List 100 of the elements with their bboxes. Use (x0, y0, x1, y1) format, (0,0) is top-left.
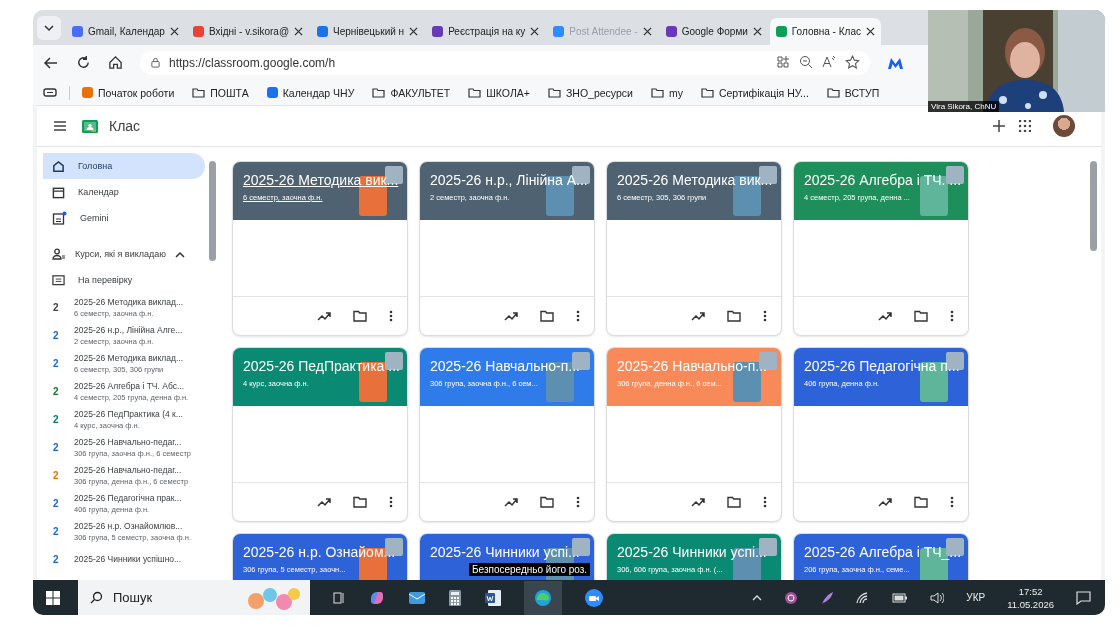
video-subtitle-overlay: Безпосередньо його роз. (469, 563, 591, 576)
more-icon[interactable] (763, 310, 767, 322)
reload-icon[interactable] (76, 55, 91, 70)
people-icon (52, 248, 66, 260)
tab-title: Реєстрація на ку (448, 26, 526, 37)
course-name[interactable]: 2025-26 Чинники успі... (430, 544, 584, 560)
folder-icon[interactable] (540, 496, 554, 508)
browser-tab[interactable]: Вхідні - v.sikora@ (186, 18, 310, 45)
more-icon[interactable] (950, 496, 954, 508)
folder-icon[interactable] (914, 496, 928, 508)
browser-tab[interactable]: Google Форми (659, 18, 768, 45)
browser-tab[interactable]: Реєстрація на ку (426, 18, 546, 45)
star-icon[interactable] (845, 55, 860, 70)
folder-icon[interactable] (914, 310, 928, 322)
close-icon[interactable] (865, 27, 875, 36)
browser-tab[interactable]: Gmail, Календар (66, 18, 185, 45)
close-icon[interactable] (169, 27, 179, 36)
bookmark-label: Початок роботи (98, 86, 175, 99)
avatar[interactable] (1053, 115, 1075, 137)
course-initial: 2 (53, 357, 60, 369)
more-icon[interactable] (576, 496, 580, 508)
trending-icon[interactable] (691, 311, 705, 321)
bookmark[interactable]: ПОШТА (192, 86, 249, 99)
bookmark[interactable]: ФАКУЛЬТЕТ (372, 86, 451, 99)
tray-chevron-icon[interactable] (752, 594, 763, 601)
notifications-icon[interactable] (1076, 590, 1091, 605)
keyboard-language[interactable]: УКР (966, 592, 986, 603)
trending-icon[interactable] (878, 497, 892, 507)
apps-grid-icon[interactable] (1019, 120, 1031, 132)
bookmark[interactable]: Початок роботи (82, 86, 175, 99)
browser-taskbar-button[interactable] (524, 580, 562, 615)
zoom-out-icon[interactable] (799, 55, 813, 69)
nav-item[interactable]: Gemini (43, 205, 205, 231)
more-icon[interactable] (763, 496, 767, 508)
trending-icon[interactable] (878, 311, 892, 321)
nav-item[interactable]: Головна (43, 153, 205, 179)
bookmark[interactable]: Календар ЧНУ (266, 86, 355, 99)
trending-icon[interactable] (317, 497, 331, 507)
close-icon[interactable] (294, 27, 304, 36)
course-name[interactable]: 2025-26 Чинники успі... (617, 544, 771, 560)
trending-icon[interactable] (317, 311, 331, 321)
bookmark[interactable]: my (650, 86, 683, 99)
task-view-icon[interactable] (332, 590, 346, 605)
bookmark-label: Сертифікація НУ... (718, 86, 809, 99)
close-icon[interactable] (409, 27, 419, 36)
bookmark[interactable]: ВСТУП (826, 86, 880, 99)
volume-icon[interactable] (930, 591, 945, 604)
bookmark[interactable]: ШКОЛА+ (468, 86, 530, 99)
more-icon[interactable] (389, 496, 393, 508)
nav-item[interactable]: Календар (43, 179, 205, 205)
browser-tab[interactable]: Головна - Клас (769, 18, 881, 45)
more-icon[interactable] (950, 310, 954, 322)
course-name[interactable]: 2025-26 Алгебра і ТЧ_... (804, 544, 958, 560)
calculator-icon[interactable] (448, 588, 462, 607)
course-initial: 2 (53, 553, 60, 565)
document-icon[interactable] (484, 588, 502, 607)
home-icon (52, 159, 65, 173)
more-icon[interactable] (389, 310, 393, 322)
bookmark[interactable]: Сертифікація НУ... (700, 86, 809, 99)
apps-icon[interactable] (776, 55, 790, 69)
folder-icon[interactable] (727, 496, 741, 508)
browser-tab[interactable]: Чернівецький н (311, 18, 425, 45)
course-name[interactable]: 2025-26 Алгебра і ТЧ. ... (804, 172, 958, 188)
course-title: 2025-26 ПедПрактика (4 к... (74, 408, 183, 419)
trending-icon[interactable] (691, 497, 705, 507)
mail-icon[interactable] (408, 589, 426, 606)
folder-icon[interactable] (540, 310, 554, 322)
tab-title: Чернівецький н (333, 26, 405, 37)
course-item[interactable]: 2 2025-26 Чинники успішно... (43, 545, 205, 573)
back-icon[interactable] (43, 54, 59, 71)
windows-start-icon[interactable] (46, 590, 60, 605)
course-name[interactable]: 2025-26 н.р. Ознайом... (243, 544, 397, 560)
folder-icon[interactable] (727, 310, 741, 322)
feather-icon[interactable] (820, 590, 835, 605)
app-tray-icon[interactable] (784, 590, 799, 605)
close-icon[interactable] (752, 27, 762, 36)
close-icon[interactable] (530, 27, 540, 36)
home-icon[interactable] (108, 55, 123, 70)
folder-icon[interactable] (353, 310, 367, 322)
trending-icon[interactable] (504, 311, 518, 321)
trending-icon[interactable] (504, 497, 518, 507)
reading-list-icon[interactable] (43, 87, 57, 98)
address-bar[interactable]: https://classroom.google.com/h (140, 50, 870, 75)
add-icon[interactable] (993, 120, 1005, 132)
nav-item[interactable]: На перевірку (43, 267, 205, 293)
tab-list-button[interactable] (37, 15, 61, 40)
folder-icon[interactable] (353, 496, 367, 508)
more-icon[interactable] (576, 310, 580, 322)
read-aloud-icon[interactable] (822, 55, 836, 69)
teaching-section-toggle[interactable]: Курси, які я викладаю (43, 241, 205, 267)
battery-icon[interactable] (892, 592, 909, 603)
bookmark-label: ЗНО_ресурси (565, 86, 633, 99)
video-call-icon[interactable] (584, 587, 604, 608)
clock[interactable]: 17:52 11.05.2026 (1007, 585, 1054, 610)
search-field[interactable]: Пошук (78, 580, 310, 615)
bookmark[interactable]: ЗНО_ресурси (547, 86, 633, 99)
course-name[interactable]: 2025-26 Навчально-п... (430, 358, 584, 374)
course-name[interactable]: 2025-26 Методика вик... (617, 172, 771, 188)
menu-icon[interactable] (53, 120, 67, 132)
lock-icon (150, 57, 161, 68)
